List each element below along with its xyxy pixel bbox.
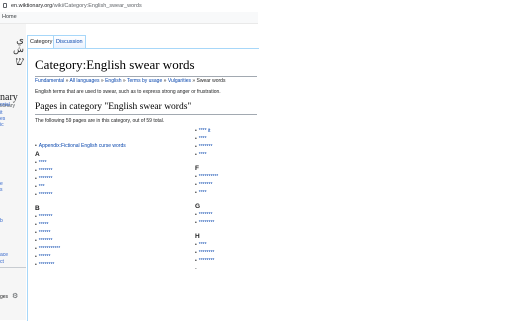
sidebar-divider: [0, 267, 26, 268]
breadcrumb-link[interactable]: All languages: [69, 78, 99, 84]
sidebar-link[interactable]: b: [0, 218, 3, 224]
list-item[interactable]: *******: [35, 237, 155, 245]
list-item[interactable]: **********: [195, 173, 257, 181]
pages-heading: Pages in category "English swear words": [35, 102, 257, 115]
letter-heading: F: [195, 165, 199, 172]
sidebar-link[interactable]: ortal: [0, 102, 10, 108]
lock-icon: [3, 3, 7, 8]
right-column: **** it **** ******* **** F ********** *…: [195, 127, 257, 273]
list-item[interactable]: **** it: [195, 127, 257, 135]
list-item[interactable]: ****: [195, 135, 257, 143]
tab-discussion[interactable]: Discussion: [53, 35, 86, 49]
letter-heading: H: [195, 233, 200, 240]
languages-label: ges: [0, 294, 9, 300]
list-item[interactable]: *******: [35, 213, 155, 221]
letter-heading: B: [35, 205, 40, 212]
list-item[interactable]: ********: [195, 219, 257, 227]
list-continuation-mark: -: [195, 266, 197, 272]
sidebar-link[interactable]: ace: [0, 252, 8, 258]
list-item[interactable]: *******: [195, 211, 257, 219]
sidebar-link[interactable]: s: [0, 187, 3, 193]
breadcrumb-current: Swear words: [196, 78, 226, 84]
list-item[interactable]: ***********: [35, 245, 155, 253]
breadcrumb-link[interactable]: Terms by usage: [127, 78, 162, 84]
breadcrumb-link[interactable]: Fundamental: [35, 78, 64, 84]
list-item[interactable]: ******: [35, 253, 155, 261]
list-item[interactable]: ********: [195, 249, 257, 257]
letter-heading: G: [195, 203, 201, 210]
breadcrumb-link[interactable]: Vulgarities: [168, 78, 191, 84]
list-item[interactable]: *****: [35, 221, 155, 229]
list-item[interactable]: *******: [35, 191, 155, 199]
list-item[interactable]: *******: [195, 143, 257, 151]
tab-category[interactable]: Category: [27, 35, 56, 49]
bookmark-home[interactable]: Home: [2, 14, 17, 20]
sidebar-link[interactable]: ct: [0, 259, 4, 265]
list-item[interactable]: ****: [195, 151, 257, 159]
page-count-text: The following 59 pages are in this categ…: [35, 118, 165, 124]
list-item[interactable]: *******: [35, 175, 155, 183]
logo-glyph: ש: [15, 54, 25, 68]
url-text[interactable]: en.wiktionary.org/wiki/Category:English_…: [11, 0, 142, 12]
breadcrumb: Fundamental » All languages » English » …: [35, 78, 225, 84]
list-item[interactable]: ***: [35, 183, 155, 191]
list-item[interactable]: *******: [195, 181, 257, 189]
letter-heading: A: [35, 151, 40, 158]
bookmarks-bar: Home: [0, 12, 258, 24]
left-column: Appendix:Fictional English curse words A…: [35, 142, 155, 269]
breadcrumb-link[interactable]: English: [105, 78, 121, 84]
main-content: Category:English swear words Fundamental…: [27, 48, 259, 321]
list-item[interactable]: *******: [35, 167, 155, 175]
list-item[interactable]: ****: [195, 241, 257, 249]
sidebar: ي ش ש nary tionary ortal it es ic e s b …: [0, 24, 26, 320]
category-description: English terms that are used to swear, su…: [35, 89, 221, 95]
list-item[interactable]: ********: [195, 257, 257, 265]
list-item[interactable]: ****: [35, 159, 155, 167]
wiktionary-logo[interactable]: ي ش ש: [2, 36, 25, 68]
appendix-link[interactable]: Appendix:Fictional English curse words: [35, 142, 155, 150]
list-item[interactable]: ******: [35, 229, 155, 237]
gear-icon[interactable]: ⚙: [12, 293, 18, 300]
list-item[interactable]: ********: [35, 261, 155, 269]
url-path: /wiki/Category:English_swear_words: [52, 3, 142, 9]
sidebar-link[interactable]: ic: [0, 122, 4, 128]
list-item[interactable]: ****: [195, 189, 257, 197]
page-title: Category:English swear words: [35, 57, 257, 77]
url-domain: en.wiktionary.org: [11, 3, 53, 9]
